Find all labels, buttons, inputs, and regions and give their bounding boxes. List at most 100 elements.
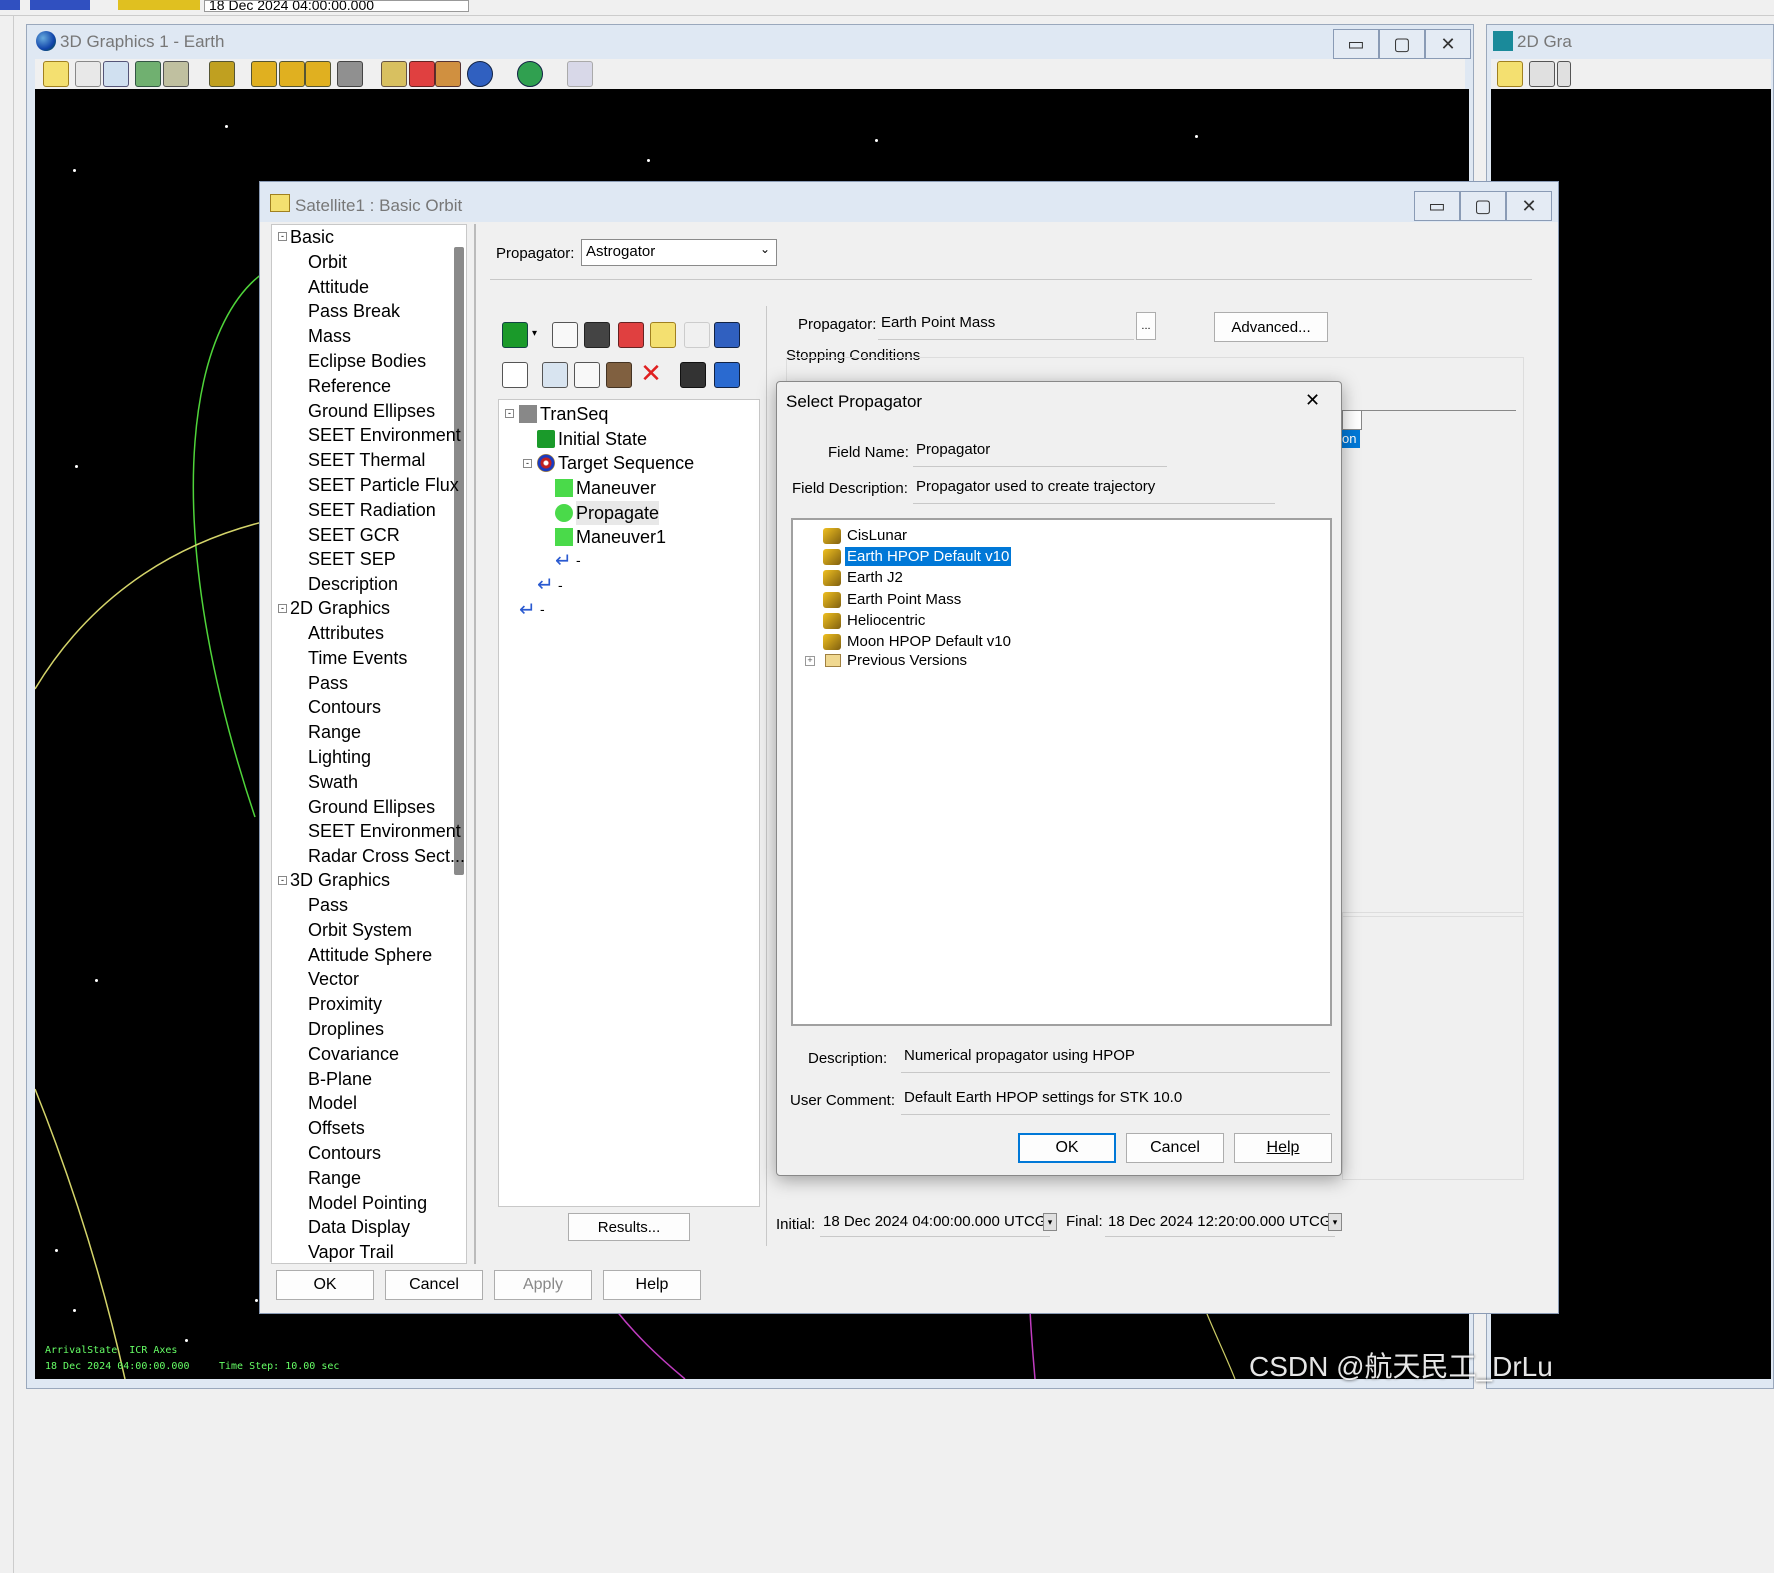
- nav-item[interactable]: Pass Break: [308, 299, 400, 323]
- nav-2d-graphics[interactable]: 2D Graphics: [290, 596, 390, 620]
- mcs-return-2[interactable]: -: [558, 573, 563, 597]
- nav-item[interactable]: Droplines: [308, 1017, 384, 1041]
- stopping-selected-cell[interactable]: on: [1342, 430, 1360, 448]
- home-view-icon[interactable]: [251, 61, 277, 87]
- run-dropdown-icon[interactable]: ▾: [532, 328, 537, 339]
- nav-item[interactable]: Swath: [308, 770, 358, 794]
- nav-item[interactable]: Attitude Sphere: [308, 943, 432, 967]
- properties-icon[interactable]: [43, 61, 69, 87]
- apply-button[interactable]: Apply: [494, 1270, 592, 1300]
- nav-item[interactable]: Range: [308, 1166, 361, 1190]
- top-toolbar-icons[interactable]: [0, 0, 200, 10]
- pencil-icon[interactable]: [409, 61, 435, 87]
- cancel-button[interactable]: Cancel: [385, 1270, 483, 1300]
- zoom-out-icon[interactable]: [1557, 61, 1571, 87]
- zoom-in-icon[interactable]: [1529, 61, 1555, 87]
- globe-disabled-icon[interactable]: [567, 61, 593, 87]
- record-icon[interactable]: [163, 61, 189, 87]
- propagator-list-item[interactable]: Earth J2: [845, 568, 905, 587]
- dialog-cancel-button[interactable]: Cancel: [1126, 1133, 1224, 1163]
- mcs-propagate[interactable]: Propagate: [576, 501, 660, 525]
- nav-3d-expander[interactable]: -: [278, 876, 287, 885]
- nav-basic-expander[interactable]: -: [278, 232, 287, 241]
- satellite-icon[interactable]: [714, 362, 740, 388]
- nav-item[interactable]: Attributes: [308, 621, 384, 645]
- nav-item[interactable]: SEET GCR: [308, 523, 400, 547]
- nav-item[interactable]: Vapor Trail: [308, 1240, 394, 1263]
- nav-scrollbar[interactable]: [454, 247, 464, 875]
- mcs-return-3[interactable]: -: [540, 597, 545, 621]
- nav-item[interactable]: Pass: [308, 893, 348, 917]
- propagator-list-item[interactable]: Earth Point Mass: [845, 590, 963, 609]
- nav-item[interactable]: Pass: [308, 671, 348, 695]
- dialog-close-icon[interactable]: ✕: [1305, 390, 1320, 411]
- view-icon-4[interactable]: [337, 61, 363, 87]
- close-button[interactable]: ✕: [1506, 191, 1552, 221]
- nav-basic[interactable]: Basic: [290, 225, 334, 249]
- propagator-ellipsis-button[interactable]: ...: [1136, 312, 1156, 340]
- globe-icon[interactable]: [467, 61, 493, 87]
- nav-2d-expander[interactable]: -: [278, 604, 287, 613]
- close-button[interactable]: ✕: [1425, 29, 1471, 59]
- nav-3d-graphics[interactable]: 3D Graphics: [290, 868, 390, 892]
- nav-item[interactable]: Data Display: [308, 1215, 410, 1239]
- nav-item[interactable]: Model Pointing: [308, 1191, 427, 1215]
- nav-item[interactable]: Orbit: [308, 250, 347, 274]
- minimize-button[interactable]: ▭: [1414, 191, 1460, 221]
- nav-item[interactable]: Orbit System: [308, 918, 412, 942]
- measure-icon[interactable]: [381, 61, 407, 87]
- propagator-list-item[interactable]: Heliocentric: [845, 611, 927, 630]
- pan-hand-icon[interactable]: [75, 61, 101, 87]
- mcs-return-1[interactable]: -: [576, 548, 581, 572]
- nav-item[interactable]: SEET Environment: [308, 819, 461, 843]
- nav-item[interactable]: Model: [308, 1091, 357, 1115]
- nav-item[interactable]: Ground Ellipses: [308, 399, 435, 423]
- mcs-icon[interactable]: [680, 362, 706, 388]
- summary-icon[interactable]: [650, 322, 676, 348]
- nav-item[interactable]: Attitude: [308, 275, 369, 299]
- snapshot-icon[interactable]: [135, 61, 161, 87]
- mcs-target-sequence[interactable]: Target Sequence: [558, 451, 694, 475]
- maximize-button[interactable]: ▢: [1379, 29, 1425, 59]
- maximize-button[interactable]: ▢: [1460, 191, 1506, 221]
- ok-button[interactable]: OK: [276, 1270, 374, 1300]
- nav-item[interactable]: Ground Ellipses: [308, 795, 435, 819]
- nav-item[interactable]: Time Events: [308, 646, 407, 670]
- clear-icon[interactable]: [552, 322, 578, 348]
- propagator-list[interactable]: CisLunar Earth HPOP Default v10 Earth J2 Ea…: [791, 518, 1332, 1026]
- transeq-expander[interactable]: -: [505, 409, 514, 418]
- tools-icon[interactable]: [584, 322, 610, 348]
- nav-item[interactable]: Description: [308, 572, 398, 596]
- target-seq-expander[interactable]: -: [523, 459, 532, 468]
- nav-item[interactable]: B-Plane: [308, 1067, 372, 1091]
- disabled-icon[interactable]: [684, 322, 710, 348]
- view-icon-3[interactable]: [305, 61, 331, 87]
- initial-time-field[interactable]: 18 Dec 2024 04:00:00.000 UTCG: [820, 1209, 1050, 1237]
- propagator-list-item[interactable]: Earth HPOP Default v10: [843, 546, 1013, 568]
- nav-item[interactable]: Eclipse Bodies: [308, 349, 426, 373]
- nav-item[interactable]: SEET Thermal: [308, 448, 425, 472]
- propagator-list-item[interactable]: CisLunar: [845, 526, 909, 545]
- help-button[interactable]: Help: [603, 1270, 701, 1300]
- mcs-maneuver1[interactable]: Maneuver1: [576, 525, 666, 549]
- nav-item[interactable]: Contours: [308, 1141, 381, 1165]
- mcs-initial-state[interactable]: Initial State: [558, 427, 647, 451]
- nav-item[interactable]: Proximity: [308, 992, 382, 1016]
- view-from-icon[interactable]: [209, 61, 235, 87]
- checklist-icon[interactable]: [618, 322, 644, 348]
- nav-item[interactable]: SEET Environment: [308, 423, 461, 447]
- inner-propagator-field[interactable]: Earth Point Mass: [878, 310, 1134, 340]
- new-segment-icon[interactable]: [502, 362, 528, 388]
- dialog-ok-button[interactable]: OK: [1018, 1133, 1116, 1163]
- nav-item[interactable]: Lighting: [308, 745, 371, 769]
- nav-item[interactable]: Mass: [308, 324, 351, 348]
- view-icon-2[interactable]: [279, 61, 305, 87]
- globe-icon-2[interactable]: [517, 61, 543, 87]
- paste-icon[interactable]: [606, 362, 632, 388]
- zoom-icon[interactable]: [103, 61, 129, 87]
- previous-versions-item[interactable]: Previous Versions: [847, 652, 967, 669]
- final-time-dropdown-icon[interactable]: ▾: [1328, 1213, 1342, 1231]
- satellite-add-icon[interactable]: [714, 322, 740, 348]
- minimize-button[interactable]: ▭: [1333, 29, 1379, 59]
- advanced-button[interactable]: Advanced...: [1214, 312, 1328, 342]
